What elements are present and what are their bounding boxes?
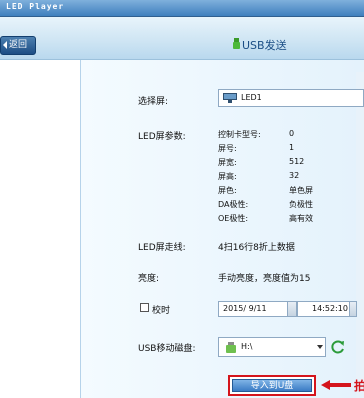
scan-value: 4扫16行8折上数据 — [218, 243, 295, 253]
date-picker[interactable]: 2015/ 9/11 — [218, 301, 294, 317]
date-dropdown-button[interactable] — [287, 301, 297, 317]
arrow-left-icon — [3, 41, 7, 49]
param-value-color: 单色屏 — [289, 186, 313, 195]
monitor-icon — [223, 93, 237, 103]
arrow-left-pointer-icon — [321, 380, 351, 390]
time-spinner[interactable] — [349, 301, 357, 317]
time-field[interactable]: 14:52:10 — [297, 301, 357, 317]
param-value-da: 负极性 — [289, 200, 313, 209]
param-value-screen-no: 1 — [289, 143, 295, 152]
import-highlight-box: 导入到U盘 — [228, 375, 316, 396]
param-key-height: 屏高: — [218, 172, 237, 181]
brightness-label: 亮度: — [138, 274, 160, 284]
refresh-icon[interactable] — [330, 339, 346, 355]
toolbar — [0, 17, 364, 60]
param-value-height: 32 — [289, 171, 300, 180]
back-button[interactable]: 返回 — [0, 36, 36, 55]
param-key-da: DA极性: — [218, 200, 249, 209]
scan-label: LED屏走线: — [138, 243, 186, 253]
annotation-text: 拍 — [354, 379, 364, 393]
window-title: LED Player — [6, 2, 65, 11]
left-blank-area — [0, 60, 80, 398]
param-key-width: 屏宽: — [218, 158, 237, 167]
screen-select-value: LED1 — [241, 93, 262, 102]
screen-label: 选择屏: — [138, 97, 169, 107]
params-label: LED屏参数: — [138, 132, 186, 142]
time-sync-checkbox[interactable] — [140, 303, 149, 312]
usb-disk-label: USB移动磁盘: — [138, 344, 196, 354]
import-to-usb-button[interactable]: 导入到U盘 — [232, 379, 312, 392]
param-key-color: 屏色: — [218, 186, 237, 195]
param-key-screen-no: 屏号: — [218, 144, 237, 153]
param-value-width: 512 — [289, 157, 305, 166]
usb-disk-select[interactable]: H:\ — [218, 337, 326, 357]
param-key-model: 控制卡型号: — [218, 130, 261, 139]
param-value-oe: 高有效 — [289, 214, 313, 223]
param-key-oe: OE极性: — [218, 214, 249, 223]
usb-disk-value: H:\ — [241, 342, 253, 351]
time-value: 14:52:10 — [312, 304, 348, 313]
title-bar: LED Player — [0, 0, 364, 17]
usb-icon — [233, 38, 240, 49]
right-strip — [356, 72, 364, 398]
brightness-value: 手动亮度，亮度值为15 — [218, 274, 311, 284]
back-button-label: 返回 — [8, 40, 27, 50]
chevron-down-icon[interactable] — [317, 345, 323, 349]
import-button-label: 导入到U盘 — [250, 381, 294, 391]
param-value-model: 0 — [289, 129, 295, 138]
time-sync-label: 校时 — [152, 306, 171, 316]
page-title: USB发送 — [242, 39, 287, 52]
usb-drive-icon — [226, 342, 236, 353]
screen-select[interactable]: LED1 — [218, 89, 364, 107]
date-value: 2015/ 9/11 — [223, 304, 267, 313]
